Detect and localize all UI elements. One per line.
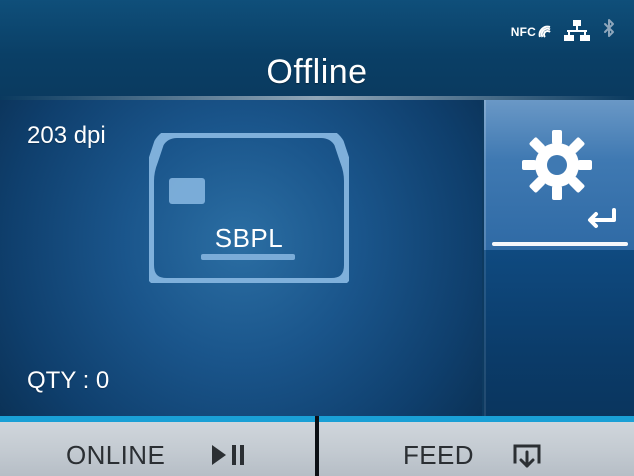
dpi-label: 203 dpi [27,122,106,149]
feed-label: FEED [403,440,474,470]
settings-underline [492,242,628,246]
status-header: NFC Offline [0,0,634,100]
feed-button[interactable]: FEED [319,416,634,476]
page-title: Offline [266,53,368,91]
feed-icon [509,442,545,473]
right-panel-lower [484,250,634,416]
settings-button[interactable] [484,100,634,250]
online-label: ONLINE [66,440,166,470]
main-area: 203 dpi SBPL QTY : 0 [0,100,634,416]
status-icons: NFC [511,18,616,46]
bottom-button-bar: ONLINE FEED [0,416,634,476]
printer-info-panel: 203 dpi SBPL QTY : 0 [0,100,482,416]
quantity-label: QTY : 0 [27,367,110,394]
lan-icon [562,19,592,46]
enter-icon [584,208,618,235]
nfc-label: NFC [510,25,536,39]
printer-lcd-screen: NFC Offline 203 dpi SBPL QTY: 0 ONLINE … [0,0,634,476]
online-button[interactable]: ONLINE [0,416,315,476]
gear-icon [522,130,592,205]
nfc-icon: NFC [511,25,552,39]
bluetooth-icon [602,18,616,47]
emulation-card: SBPL [149,133,349,283]
emulation-language: SBPL [214,223,284,253]
play-pause-icon [210,442,254,473]
